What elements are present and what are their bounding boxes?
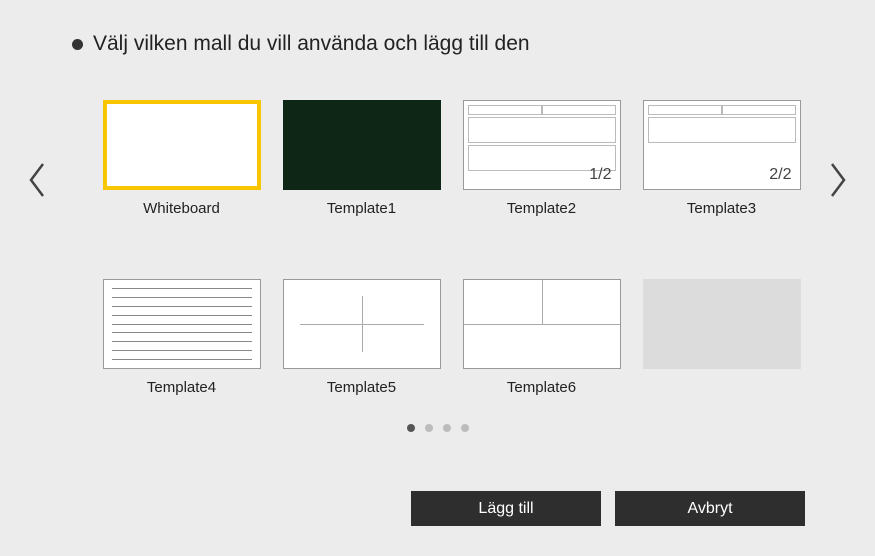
template-thumb: [103, 279, 261, 369]
template-label: Template4: [147, 379, 216, 396]
bullet-icon: [72, 39, 83, 50]
template-tile-placeholder[interactable]: [643, 279, 801, 396]
template-tile-5[interactable]: Template5: [283, 279, 441, 396]
template-label: Template1: [327, 200, 396, 217]
template-label: Template3: [687, 200, 756, 217]
pagination-dots: [0, 424, 875, 432]
template-thumb: [283, 100, 441, 190]
template-label: Template6: [507, 379, 576, 396]
template-tile-3[interactable]: 2/2 Template3: [643, 100, 801, 217]
template-tile-4[interactable]: Template4: [103, 279, 261, 396]
template-grid: Whiteboard Template1 1/2 Template2: [88, 100, 815, 396]
cancel-button[interactable]: Avbryt: [615, 491, 805, 526]
page-dot-4[interactable]: [461, 424, 469, 432]
page-dot-2[interactable]: [425, 424, 433, 432]
template-carousel: Whiteboard Template1 1/2 Template2: [0, 100, 875, 396]
dialog-title: Välj vilken mall du vill använda och läg…: [93, 32, 530, 56]
template-label: Template2: [507, 200, 576, 217]
template-tile-2[interactable]: 1/2 Template2: [463, 100, 621, 217]
dialog-footer: Lägg till Avbryt: [411, 491, 805, 526]
page-indicator: 1/2: [589, 166, 611, 184]
template-label: Template5: [327, 379, 396, 396]
page-dot-3[interactable]: [443, 424, 451, 432]
template-tile-whiteboard[interactable]: Whiteboard: [103, 100, 261, 217]
template-label: Whiteboard: [143, 200, 220, 217]
add-button[interactable]: Lägg till: [411, 491, 601, 526]
template-thumb: [283, 279, 441, 369]
template-tile-6[interactable]: Template6: [463, 279, 621, 396]
template-thumb: [103, 100, 261, 190]
dialog-header: Välj vilken mall du vill använda och läg…: [0, 0, 875, 56]
page-dot-1[interactable]: [407, 424, 415, 432]
template-thumb: 2/2: [643, 100, 801, 190]
template-thumb: 1/2: [463, 100, 621, 190]
template-thumb: [463, 279, 621, 369]
template-tile-1[interactable]: Template1: [283, 100, 441, 217]
template-thumb: [643, 279, 801, 369]
page-indicator: 2/2: [769, 166, 791, 184]
